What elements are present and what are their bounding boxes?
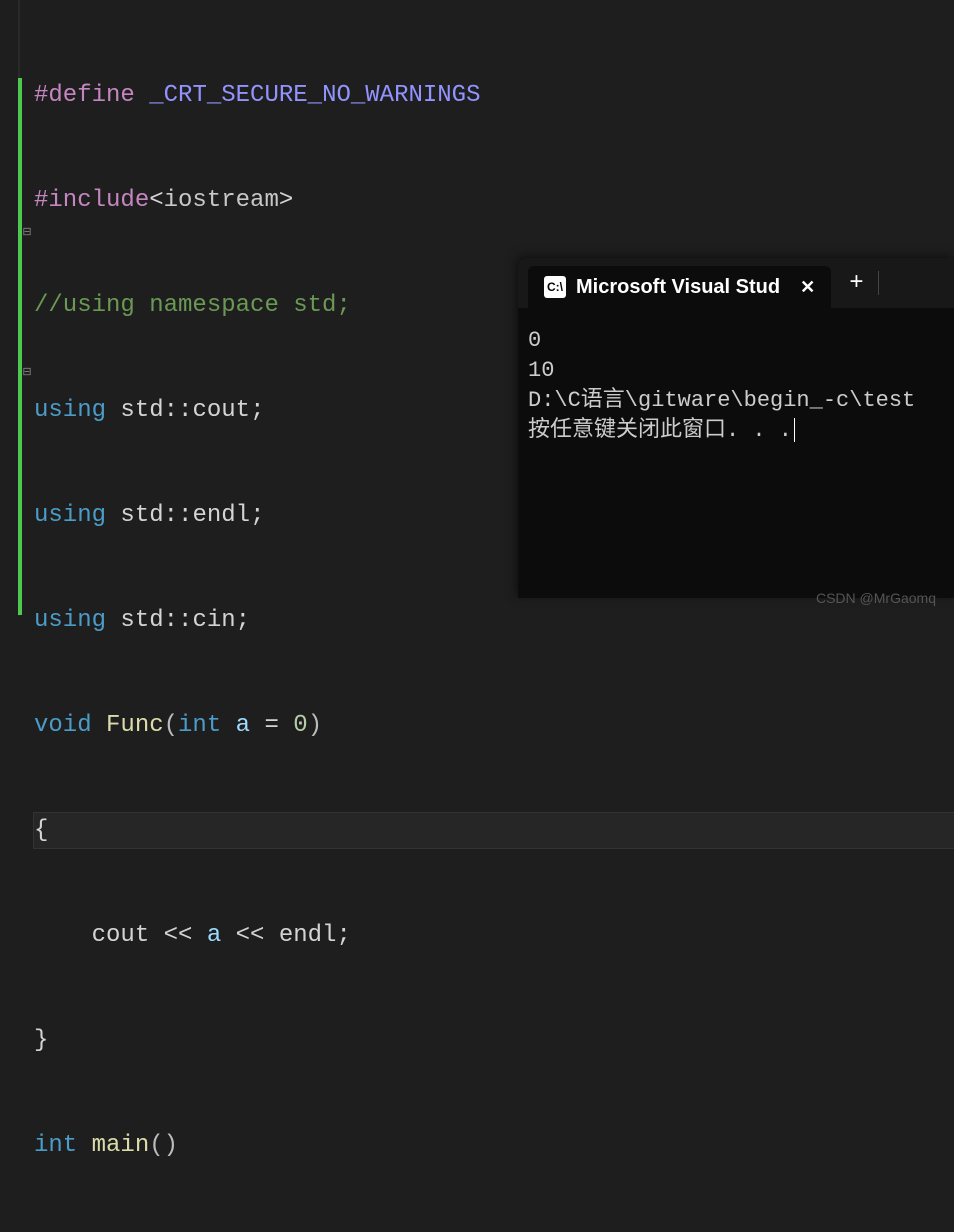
namespace: std: [120, 502, 163, 529]
code-line-current: {: [34, 813, 954, 848]
new-tab-button[interactable]: +: [849, 270, 863, 297]
function-name: Func: [106, 712, 164, 739]
console-window[interactable]: C:\ Microsoft Visual Stud ✕ + 010D:\C语言\…: [518, 258, 954, 598]
namespace: std: [120, 607, 163, 634]
editor-gutter: ⊟ ⊟: [0, 0, 20, 616]
function-name: main: [92, 1132, 150, 1159]
identifier: cout: [192, 397, 250, 424]
output-path: D:\C语言\gitware\begin_-c\test: [528, 386, 944, 416]
header-name: iostream: [164, 187, 279, 214]
console-tab-title: Microsoft Visual Stud: [576, 276, 780, 299]
terminal-icon: C:\: [544, 276, 566, 298]
close-icon[interactable]: ✕: [800, 277, 815, 298]
identifier: cin: [192, 607, 235, 634]
param-name: a: [236, 712, 250, 739]
code-line: #include<iostream>: [34, 183, 954, 218]
watermark: CSDN @MrGaomq: [816, 590, 936, 606]
return-type: int: [34, 1132, 77, 1159]
keyword: using: [34, 502, 106, 529]
code-line: cout << a << endl;: [34, 918, 954, 953]
param-type: int: [178, 712, 221, 739]
namespace: std: [120, 397, 163, 424]
fold-icon[interactable]: ⊟: [22, 228, 32, 238]
preproc-directive: #include: [34, 187, 149, 214]
identifier: endl: [279, 922, 337, 949]
code-line: void Func(int a = 0): [34, 708, 954, 743]
brace: {: [34, 817, 48, 844]
code-line: #define _CRT_SECURE_NO_WARNINGS: [34, 78, 954, 113]
identifier: cout: [92, 922, 150, 949]
output-line: 0: [528, 326, 944, 356]
default-value: 0: [293, 712, 307, 739]
code-line: int main(): [34, 1128, 954, 1163]
brace: }: [34, 1027, 48, 1054]
macro-name: _CRT_SECURE_NO_WARNINGS: [149, 82, 480, 109]
console-tabbar: C:\ Microsoft Visual Stud ✕ +: [518, 258, 954, 308]
output-prompt: 按任意键关闭此窗口. . .: [528, 416, 944, 446]
code-line: using std::cin;: [34, 603, 954, 638]
console-tab[interactable]: C:\ Microsoft Visual Stud ✕: [528, 266, 831, 309]
variable: a: [207, 922, 221, 949]
comment: //using namespace std;: [34, 292, 351, 319]
output-line: 10: [528, 356, 944, 386]
return-type: void: [34, 712, 92, 739]
keyword: using: [34, 397, 106, 424]
code-line: }: [34, 1023, 954, 1058]
fold-icon[interactable]: ⊟: [22, 368, 32, 378]
identifier: endl: [192, 502, 250, 529]
cursor-icon: [794, 418, 795, 442]
divider: [878, 271, 879, 295]
console-output[interactable]: 010D:\C语言\gitware\begin_-c\test按任意键关闭此窗口…: [518, 308, 954, 464]
change-bar: [18, 78, 22, 615]
keyword: using: [34, 607, 106, 634]
preproc-directive: #define: [34, 82, 135, 109]
